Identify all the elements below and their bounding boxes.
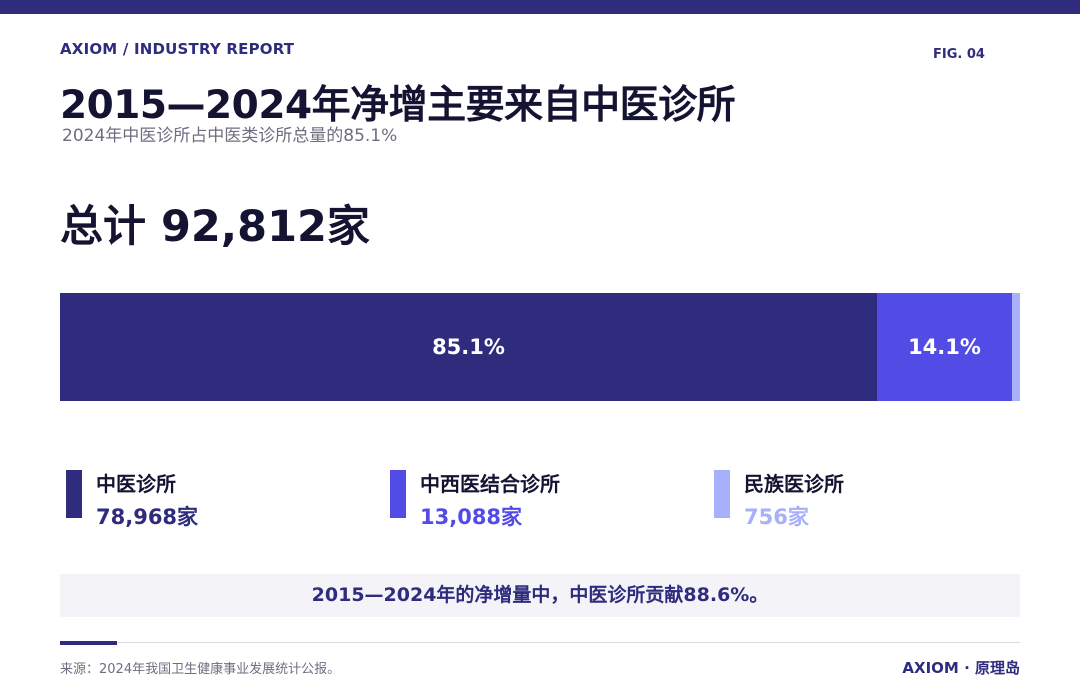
legend-swatch [390, 470, 406, 518]
source-note: 来源：2024年我国卫生健康事业发展统计公报。 [60, 662, 341, 677]
report-brand: AXIOM / INDUSTRY REPORT [60, 40, 295, 58]
legend-name: 民族医诊所 [744, 472, 844, 496]
legend-swatch [714, 470, 730, 518]
total-count: 总计 92,812家 [60, 202, 370, 252]
chart-subtitle: 2024年中医诊所占中医类诊所总量的85.1% [62, 126, 398, 146]
bar-segment-label: 85.1% [432, 335, 505, 359]
legend-swatch [66, 470, 82, 518]
bar-segment-ethnic-clinic [1012, 293, 1020, 401]
bar-segment-label: 14.1% [908, 335, 981, 359]
legend-value: 78,968家 [96, 505, 199, 529]
footer-divider [60, 642, 1020, 643]
legend-value: 756家 [744, 505, 809, 529]
legend-name: 中医诊所 [96, 472, 176, 496]
footer-divider-accent [60, 641, 117, 645]
figure-number: FIG. 04 [933, 47, 985, 62]
stacked-share-bar: 85.1% 14.1% [60, 293, 1020, 401]
legend-name: 中西医结合诊所 [420, 472, 560, 496]
legend-value: 13,088家 [420, 505, 523, 529]
top-accent-bar [0, 0, 1080, 14]
key-insight-callout: 2015—2024年的净增量中，中医诊所贡献88.6%。 [60, 574, 1020, 617]
footer-brand: AXIOM · 原理岛 [902, 659, 1020, 677]
